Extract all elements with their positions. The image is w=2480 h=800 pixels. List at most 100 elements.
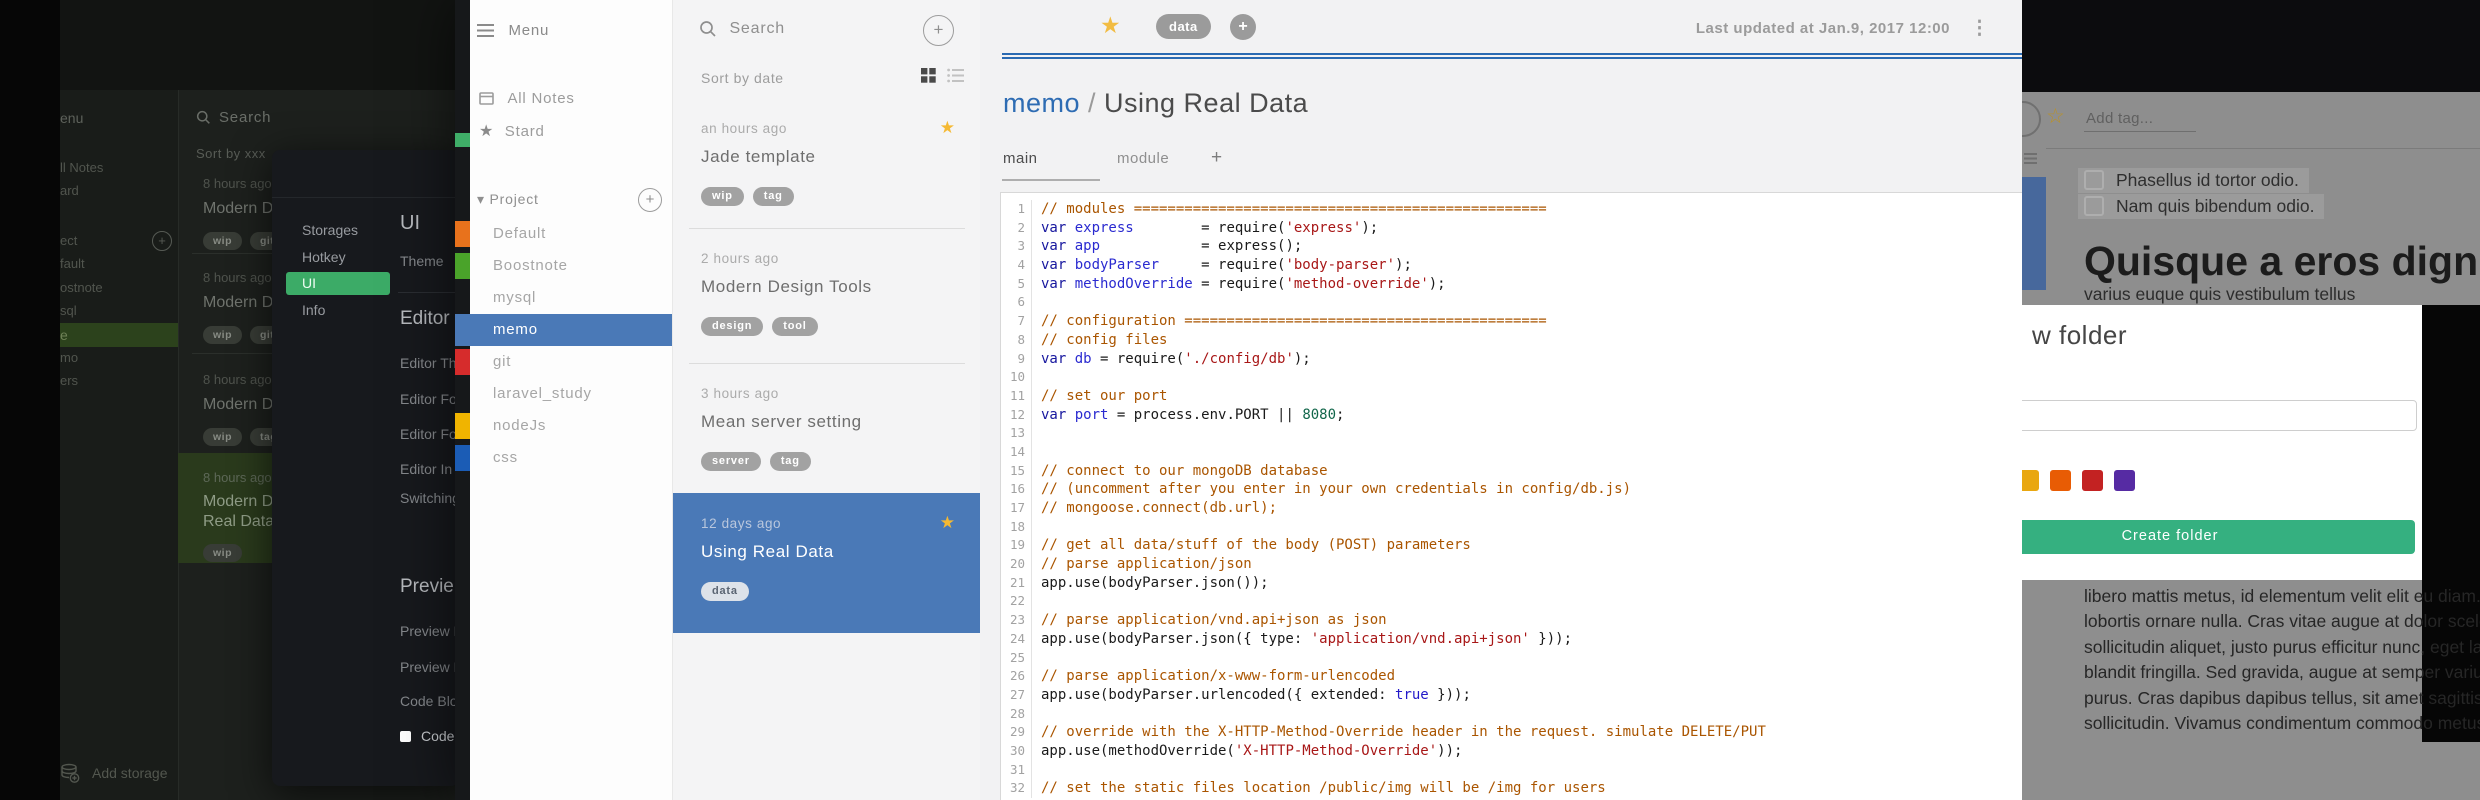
settings-option-label: Code Blo <box>400 693 458 709</box>
checklist-item[interactable]: Nam quis bibendum odio. <box>2078 194 2325 219</box>
add-tag-input[interactable]: Add tag... <box>2086 110 2153 127</box>
folder-item[interactable]: ers <box>60 373 78 388</box>
note-list-item-selected[interactable]: 12 days ago ★ Using Real Data data <box>673 493 981 633</box>
tag-pill[interactable]: wip <box>203 544 242 562</box>
tag-pill[interactable]: wip <box>203 326 242 344</box>
paragraph-line: purus. Cras dapibus dapibus tellus, sit … <box>2084 687 2480 708</box>
code-line: 15 // connect to our mongoDB database <box>1001 461 2022 481</box>
tag-pill[interactable]: server <box>701 451 761 471</box>
settings-nav-item[interactable]: Info <box>302 302 325 318</box>
code-line: 19 // get all data/stuff of the body (POS… <box>1001 536 2022 556</box>
folder-item[interactable]: mo <box>60 350 78 365</box>
code-token: port <box>1074 406 1109 423</box>
checkbox-icon[interactable] <box>2084 170 2104 190</box>
tag-pill[interactable]: design <box>701 316 764 336</box>
tag-pill[interactable]: wip <box>203 428 242 446</box>
search-field[interactable]: Search <box>699 20 785 38</box>
tab-main[interactable]: main <box>1003 150 1038 167</box>
menu-label[interactable]: enu <box>60 110 83 126</box>
sidebar-folder[interactable]: mysql <box>455 282 672 314</box>
folder-item[interactable]: fault <box>60 256 85 271</box>
note-star-toggle[interactable]: ★ <box>1100 12 1121 39</box>
list-view-icon[interactable] <box>947 68 964 83</box>
paragraph-line: sollicitudin. Vivamus condimentum commod… <box>2084 713 2480 734</box>
settings-nav-ui-active[interactable]: UI <box>286 272 390 295</box>
sort-by-selector[interactable]: Sort by date <box>701 70 784 86</box>
note-list-item[interactable]: 2 hours ago Modern Design Tools design tool <box>673 228 981 363</box>
line-number: 18 <box>1001 517 1032 537</box>
tag-pill[interactable]: tag <box>752 186 794 206</box>
add-tag-button[interactable]: + <box>1230 14 1256 40</box>
color-swatch[interactable] <box>2082 470 2103 491</box>
new-note-button[interactable]: + <box>923 15 954 46</box>
code-line: 7 // configuration ======================… <box>1001 312 2022 331</box>
sidebar-folder[interactable]: nodeJs <box>455 410 672 442</box>
sidebar-item-starred[interactable]: ★ Stard <box>479 121 545 141</box>
grid-view-icon[interactable] <box>921 68 936 83</box>
sidebar-folder[interactable]: css <box>455 442 672 474</box>
tag-pill[interactable]: tag <box>769 451 811 471</box>
settings-checkbox-row[interactable]: Code B <box>400 728 459 744</box>
note-tag[interactable]: data <box>1156 14 1211 39</box>
sidebar-folder[interactable]: git <box>455 346 672 378</box>
checkbox-icon[interactable] <box>2084 196 2104 216</box>
sidebar-folder[interactable]: Default <box>455 218 672 250</box>
sidebar-item-all-notes[interactable]: All Notes <box>479 90 575 108</box>
note-time: 3 hours ago <box>701 386 779 401</box>
code-token: // set the static files location /public… <box>1041 780 1606 797</box>
settings-nav-item[interactable]: Hotkey <box>302 249 346 265</box>
color-swatch[interactable] <box>2022 470 2039 491</box>
project-group-header[interactable]: ect <box>60 233 77 248</box>
note-list-item[interactable]: an hours ago ★ Jade template wip tag <box>673 98 981 228</box>
create-folder-button[interactable]: Create folder <box>2022 520 2415 554</box>
checklist-item[interactable]: Phasellus id tortor odio. <box>2078 168 2309 193</box>
sidebar-folder-selected[interactable]: memo <box>455 314 672 346</box>
search-field[interactable]: Search <box>196 109 271 127</box>
line-number: 1 <box>1001 200 1032 219</box>
code-line: 31 <box>1001 760 2022 780</box>
star-outline-icon[interactable]: ☆ <box>2046 104 2065 129</box>
add-folder-button[interactable]: + <box>638 188 662 212</box>
tag-pill[interactable]: data <box>701 581 749 601</box>
sidebar-folder[interactable]: laravel_study <box>455 378 672 410</box>
code-text: // override with the X-HTTP-Method-Overr… <box>1032 724 1766 740</box>
star-icon[interactable]: ★ <box>940 118 955 138</box>
tab-module[interactable]: module <box>1117 150 1169 167</box>
menu-button[interactable]: Menu <box>477 22 549 40</box>
code-line: 26 // parse application/x-www-form-urlenc… <box>1001 667 2022 686</box>
more-options-button[interactable]: ⋮ <box>1970 17 1989 40</box>
folder-name-input[interactable] <box>2022 400 2417 431</box>
code-token: )); <box>1437 742 1463 759</box>
color-swatch[interactable] <box>2050 470 2071 491</box>
screenshot-stage: enu ll Notes ard ect + fault ostnote sql e mo ers A… <box>0 0 2480 800</box>
settings-nav-item[interactable]: Storages <box>302 222 358 238</box>
color-swatch[interactable] <box>2114 470 2135 491</box>
tag-pill[interactable]: wip <box>701 186 744 206</box>
sidebar-folder[interactable]: Boostnote <box>455 250 672 282</box>
folder-item[interactable]: sql <box>60 303 77 318</box>
add-storage-button[interactable]: Add storage <box>60 762 168 784</box>
new-tab-button[interactable]: + <box>1211 147 1223 169</box>
note-tags: design tool <box>701 316 827 336</box>
add-folder-button[interactable]: + <box>152 231 172 251</box>
note-list-item[interactable]: 3 hours ago Mean server setting server tag <box>673 363 981 493</box>
star-icon[interactable]: ★ <box>940 513 955 533</box>
checkbox-icon[interactable] <box>400 731 411 742</box>
folder-item-selected[interactable]: e <box>60 323 178 347</box>
code-token: 'X-HTTP-Method-Override' <box>1234 742 1438 759</box>
tag-pill[interactable]: tool <box>772 316 818 336</box>
sidebar-item-all-notes[interactable]: ll Notes <box>60 160 103 175</box>
tag-pill[interactable]: wip <box>203 232 242 250</box>
breadcrumb-folder[interactable]: memo <box>1003 88 1080 118</box>
hamburger-icon <box>477 24 494 38</box>
folder-item[interactable]: ostnote <box>60 280 103 295</box>
code-editor[interactable]: 1 // modules ============================… <box>1000 192 2022 800</box>
code-text: // set our port <box>1032 388 1167 404</box>
project-group-header[interactable]: ▾ Project <box>477 191 539 208</box>
preview-heading: Quisque a eros dignissim <box>2084 238 2480 284</box>
folder-color-bar <box>455 413 470 439</box>
sort-by-selector[interactable]: Sort by xxx <box>196 146 266 161</box>
code-token: // parse application/x-www-form-urlencod… <box>1041 668 1396 685</box>
sidebar-item-starred[interactable]: ard <box>60 183 79 198</box>
